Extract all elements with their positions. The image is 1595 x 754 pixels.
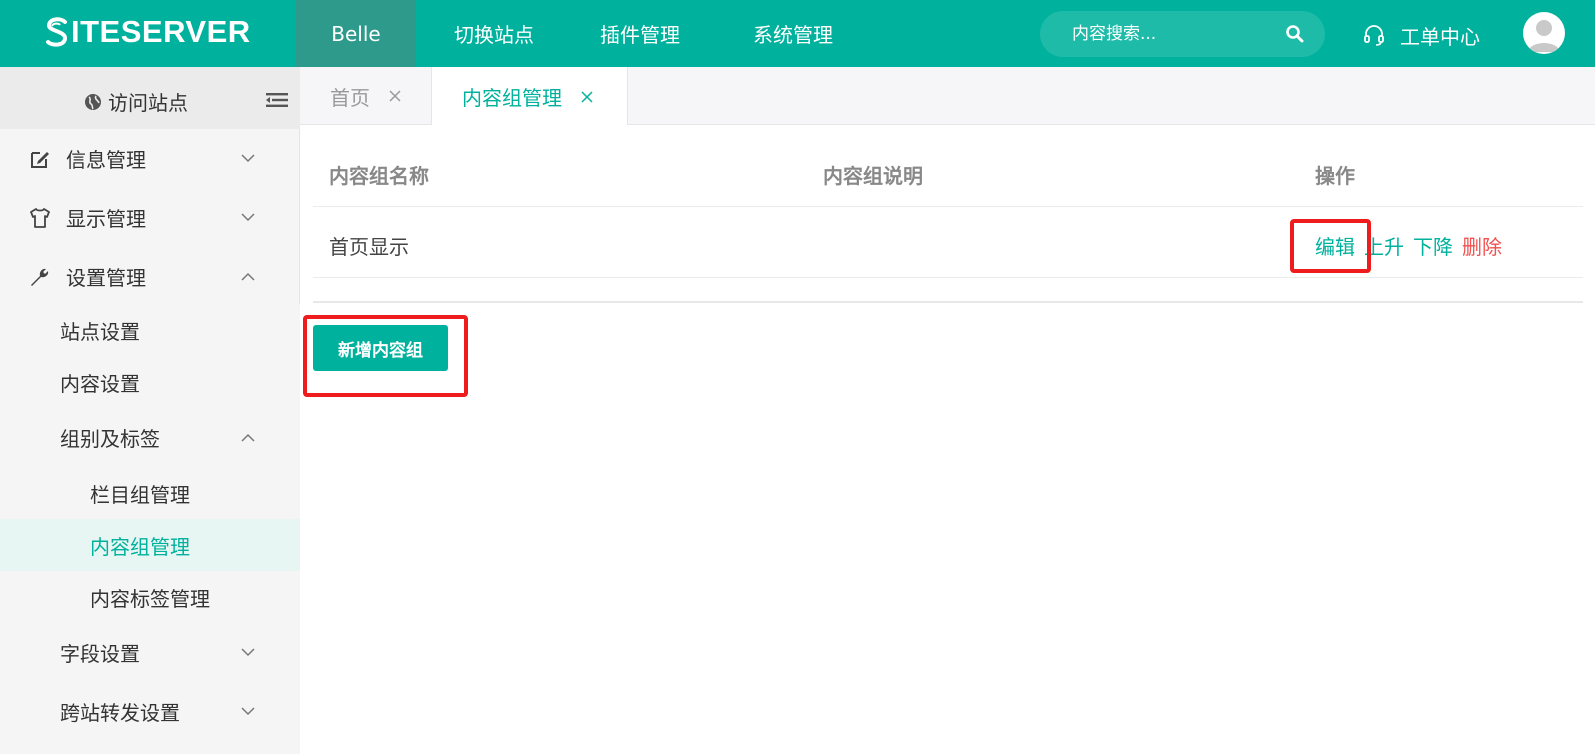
column-header-group-name: 内容组名称 bbox=[329, 164, 429, 188]
tab-label: 内容组管理 bbox=[462, 86, 562, 110]
sidebar-toggle-icon[interactable] bbox=[266, 92, 288, 108]
cell-group-name: 首页显示 bbox=[329, 235, 409, 259]
menu-label: 内容设置 bbox=[60, 372, 140, 396]
menu-info-management[interactable]: 信息管理 bbox=[0, 129, 300, 188]
menu-channel-group-management[interactable]: 栏目组管理 bbox=[0, 467, 300, 519]
move-down-link[interactable]: 下降 bbox=[1413, 231, 1453, 260]
menu-groups-and-tags[interactable]: 组别及标签 bbox=[0, 408, 300, 467]
table-divider bbox=[313, 277, 1583, 278]
top-nav: Belle 切换站点 插件管理 系统管理 bbox=[296, 0, 833, 67]
column-header-group-description: 内容组说明 bbox=[823, 164, 923, 188]
nav-system-management[interactable]: 系统管理 bbox=[753, 0, 833, 67]
menu-field-settings[interactable]: 字段设置 bbox=[0, 623, 300, 682]
nav-switch-site[interactable]: 切换站点 bbox=[454, 0, 534, 67]
main-content: 内容组名称 内容组说明 操作 首页显示 编辑 上升 下降 删除 新增内容组 bbox=[300, 125, 1595, 754]
close-icon[interactable] bbox=[580, 90, 594, 104]
work-order-link[interactable]: 工单中心 bbox=[1362, 20, 1480, 50]
visit-site-label: 访问站点 bbox=[108, 91, 188, 115]
tab-bar: 首页 内容组管理 bbox=[300, 67, 1595, 126]
chevron-down-icon bbox=[241, 154, 255, 163]
delete-link[interactable]: 删除 bbox=[1462, 231, 1502, 260]
visit-site-link[interactable]: 访问站点 bbox=[84, 87, 188, 116]
siteserver-logo[interactable]: ITESERVER bbox=[44, 12, 251, 52]
search-box bbox=[1040, 11, 1325, 57]
chevron-down-icon bbox=[241, 707, 255, 716]
chevron-down-icon bbox=[241, 213, 255, 222]
menu-label: 信息管理 bbox=[66, 148, 146, 172]
table-bottom-divider bbox=[313, 301, 1583, 303]
tab-content-group-management[interactable]: 内容组管理 bbox=[431, 67, 628, 126]
menu-label: 内容组管理 bbox=[90, 534, 190, 559]
menu-label: 字段设置 bbox=[60, 642, 140, 666]
nav-site-belle[interactable]: Belle bbox=[296, 0, 416, 67]
menu-content-settings[interactable]: 内容设置 bbox=[0, 357, 300, 408]
menu-label: 内容标签管理 bbox=[90, 586, 210, 611]
menu-content-tag-management[interactable]: 内容标签管理 bbox=[0, 571, 300, 623]
tab-label: 首页 bbox=[330, 85, 370, 110]
user-avatar-icon bbox=[1528, 20, 1560, 52]
globe-icon bbox=[85, 93, 101, 110]
tab-home[interactable]: 首页 bbox=[330, 67, 402, 125]
chevron-up-icon bbox=[241, 433, 255, 442]
headset-icon bbox=[1364, 25, 1384, 46]
logo-text: ITESERVER bbox=[71, 14, 251, 49]
search-icon[interactable] bbox=[1285, 24, 1305, 44]
logo-s-icon bbox=[46, 17, 68, 47]
edit-link[interactable]: 编辑 bbox=[1315, 231, 1355, 260]
menu-label: 栏目组管理 bbox=[90, 482, 190, 507]
nav-plugin-management[interactable]: 插件管理 bbox=[600, 0, 680, 67]
menu-label: 组别及标签 bbox=[60, 427, 160, 451]
menu-label: 显示管理 bbox=[66, 207, 146, 231]
column-header-actions: 操作 bbox=[1315, 164, 1355, 188]
visit-site-row: 访问站点 bbox=[0, 67, 300, 129]
tshirt-icon bbox=[30, 207, 50, 228]
menu-content-group-management[interactable]: 内容组管理 bbox=[0, 519, 300, 571]
menu-label: 设置管理 bbox=[66, 266, 146, 290]
sidebar: 访问站点 信息管理 显示管理 设置管理 站点设置 内容设置 组别及标签 栏目组管… bbox=[0, 67, 300, 754]
menu-cross-site-forward-settings[interactable]: 跨站转发设置 bbox=[0, 682, 300, 741]
edit-icon bbox=[31, 151, 49, 168]
menu-site-settings[interactable]: 站点设置 bbox=[0, 304, 300, 357]
table-divider bbox=[313, 206, 1583, 207]
move-up-link[interactable]: 上升 bbox=[1364, 231, 1404, 260]
chevron-down-icon bbox=[241, 648, 255, 657]
chevron-up-icon bbox=[241, 272, 255, 281]
menu-label: 站点设置 bbox=[60, 320, 140, 344]
work-order-label: 工单中心 bbox=[1400, 24, 1480, 49]
wrench-icon bbox=[31, 268, 49, 286]
menu-settings-management[interactable]: 设置管理 bbox=[0, 247, 300, 306]
add-content-group-button[interactable]: 新增内容组 bbox=[313, 325, 448, 371]
menu-label: 跨站转发设置 bbox=[60, 701, 180, 725]
search-input[interactable] bbox=[1072, 24, 1292, 44]
user-avatar[interactable] bbox=[1523, 12, 1565, 54]
close-icon[interactable] bbox=[388, 89, 402, 103]
top-header: ITESERVER Belle 切换站点 插件管理 系统管理 工单中心 bbox=[0, 0, 1595, 67]
settings-submenu: 站点设置 内容设置 组别及标签 栏目组管理 内容组管理 内容标签管理 字段设置 … bbox=[0, 304, 300, 754]
menu-display-management[interactable]: 显示管理 bbox=[0, 188, 300, 247]
